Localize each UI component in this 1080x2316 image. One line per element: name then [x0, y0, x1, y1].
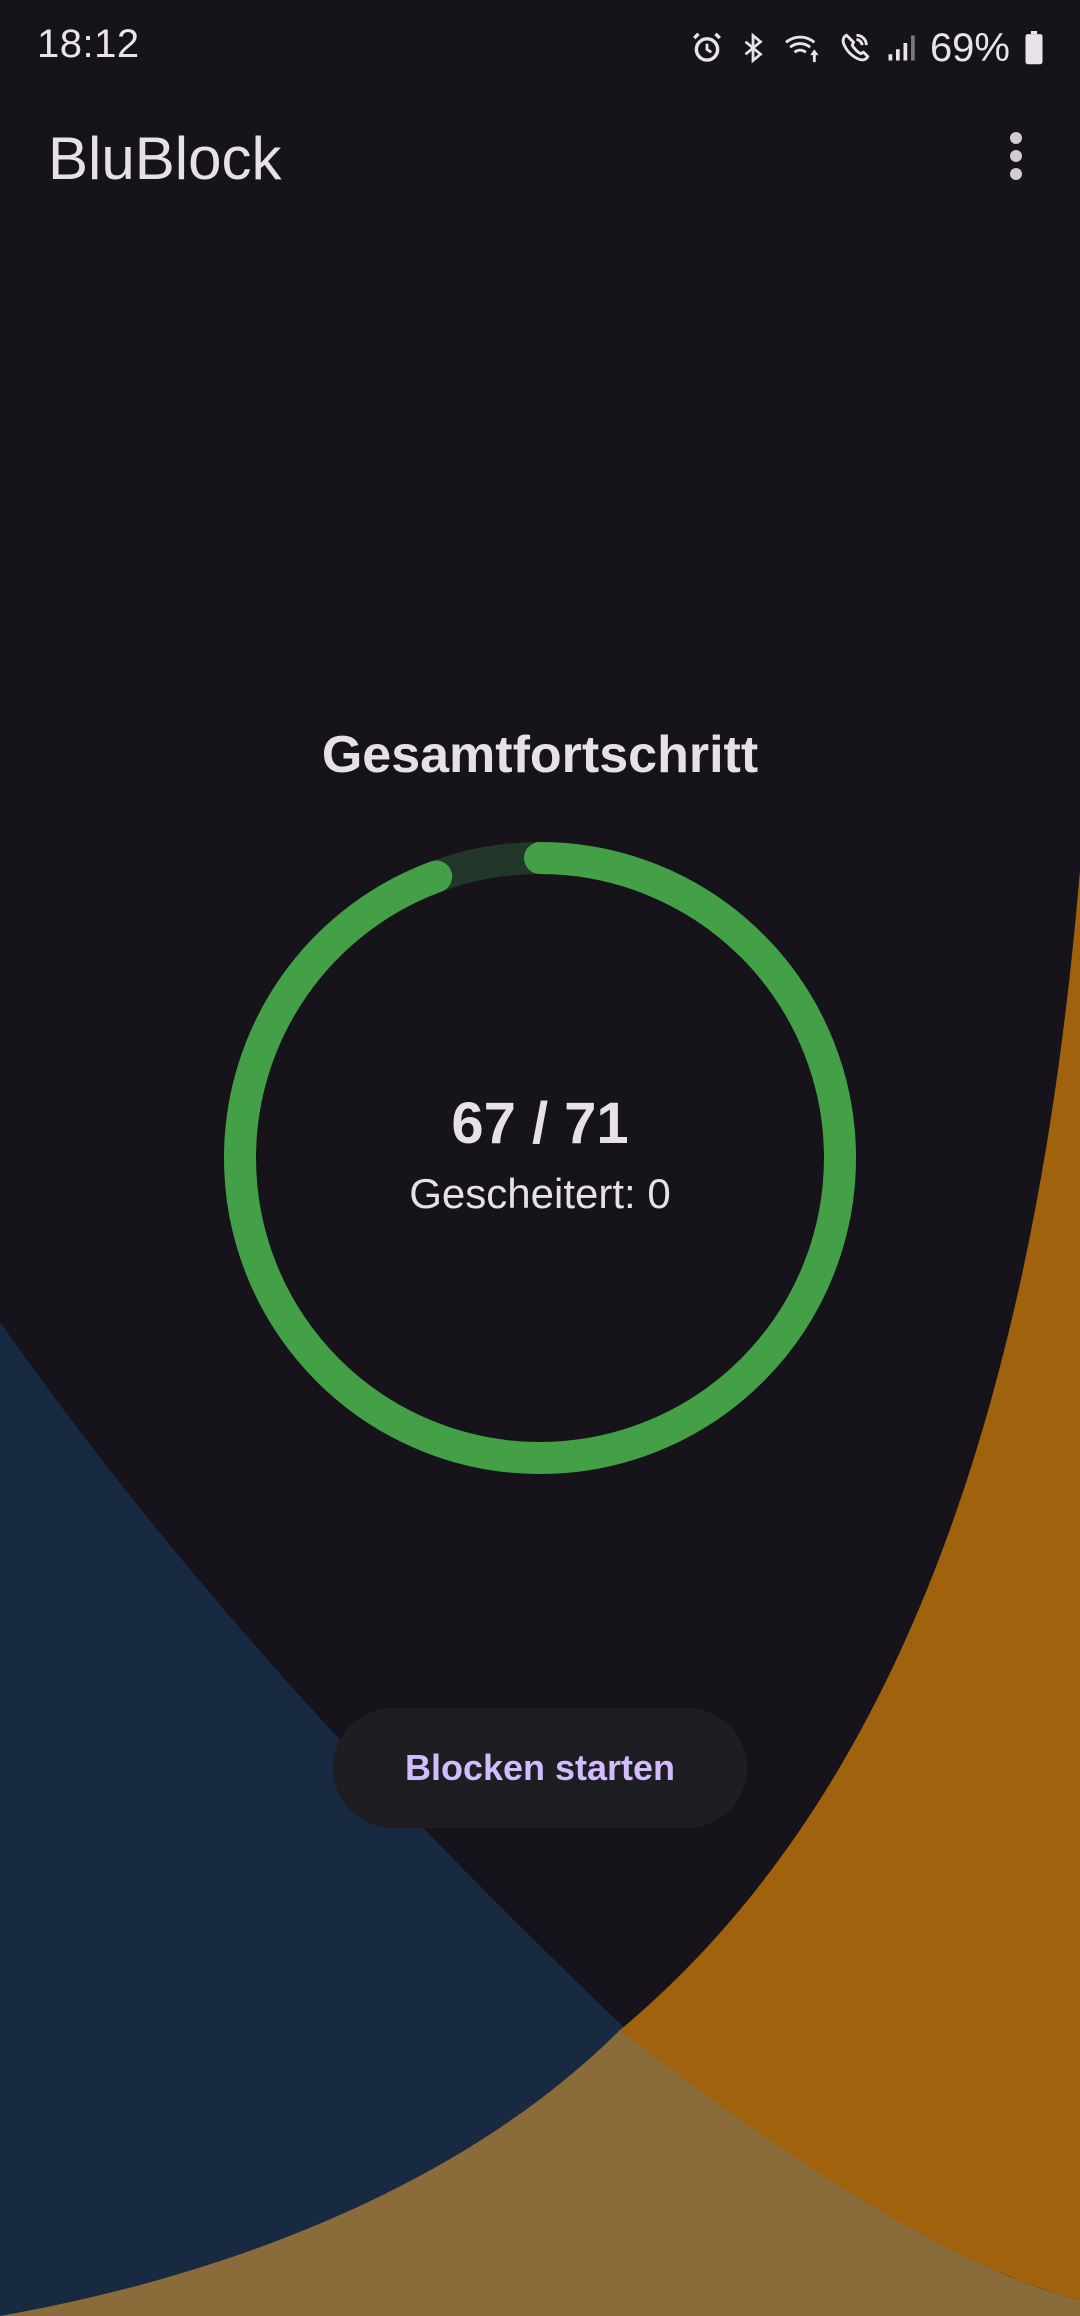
wifi-calling-icon [782, 31, 824, 65]
progress-ring [224, 842, 856, 1474]
battery-percent: 69% [929, 25, 1010, 70]
progress-ring-arc [224, 842, 856, 1474]
app-bar: BluBlock [0, 96, 1080, 224]
failed-count: Gescheitert: 0 [409, 1170, 671, 1217]
volte-call-icon [838, 31, 872, 65]
start-blocking-button[interactable]: Blocken starten [333, 1708, 747, 1828]
signal-icon [886, 31, 916, 65]
more-options-button[interactable] [980, 120, 1052, 192]
status-icons: 69% [690, 24, 1044, 72]
bluetooth-icon [738, 31, 768, 65]
more-vert-icon [1010, 132, 1022, 180]
progress-title: Gesamtfortschritt [321, 726, 759, 784]
alarm-icon [690, 31, 724, 65]
battery-icon [1024, 31, 1044, 65]
status-bar: 18:12 69% [0, 0, 1080, 96]
app-title: BluBlock [48, 125, 282, 192]
status-time: 18:12 [37, 22, 140, 66]
progress-count: 67 / 71 [451, 1091, 629, 1156]
